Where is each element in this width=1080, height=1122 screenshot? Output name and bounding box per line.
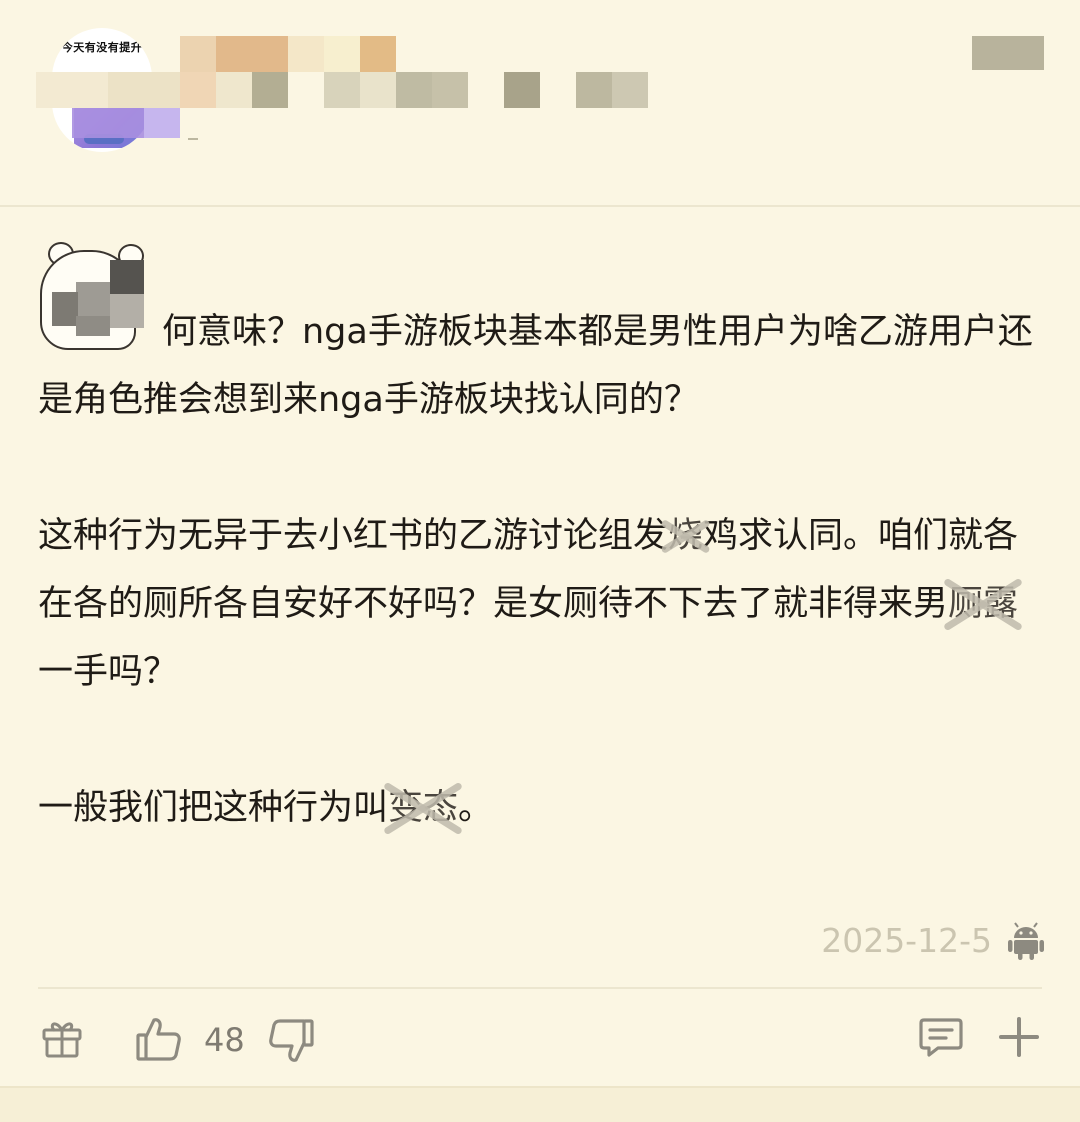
header-divider bbox=[0, 205, 1080, 207]
censored-word-3: 变态 bbox=[388, 774, 458, 842]
censored-word-2: 厕露 bbox=[948, 570, 1018, 638]
post-paragraph-2-text-c: 一手吗？ bbox=[38, 652, 179, 692]
post-paragraph-1-text: 何意味？nga手游板块基本都是男性用户为啥乙游用户还是角色推会想到来nga手游板… bbox=[38, 312, 1033, 420]
post-content: 何意味？nga手游板块基本都是男性用户为啥乙游用户还是角色推会想到来nga手游板… bbox=[38, 298, 1038, 842]
post-paragraph-1: 何意味？nga手游板块基本都是男性用户为啥乙游用户还是角色推会想到来nga手游板… bbox=[38, 298, 1038, 434]
post-paragraph-2-text-a: 这种行为无异于去小红书的乙游讨论组发 bbox=[38, 516, 669, 556]
next-post-edge bbox=[0, 1086, 1080, 1122]
plus-icon[interactable] bbox=[998, 1016, 1040, 1058]
sticker-mosaic-1 bbox=[110, 260, 144, 294]
comment-icon[interactable] bbox=[918, 1014, 964, 1060]
post-timestamp: 2025-12-5 bbox=[821, 921, 992, 960]
thumbs-down-icon[interactable] bbox=[266, 1016, 316, 1066]
gift-icon[interactable] bbox=[40, 1016, 84, 1060]
post-paragraph-3-text-b: 。 bbox=[458, 788, 494, 828]
android-icon bbox=[1008, 922, 1044, 960]
post-paragraph-2: 这种行为无异于去小红书的乙游讨论组发烧鸡求认同。咱们就各在各的厕所各自安好不好吗… bbox=[38, 502, 1038, 706]
post-paragraph-3: 一般我们把这种行为叫变态。 bbox=[38, 774, 1038, 842]
username-redacted[interactable] bbox=[36, 30, 648, 150]
censored-word-1: 烧 bbox=[668, 502, 703, 570]
thumbs-up-icon[interactable] bbox=[134, 1014, 184, 1064]
like-count: 48 bbox=[204, 1021, 245, 1059]
footer-divider bbox=[38, 987, 1042, 989]
post-header: 今天有没有提升 bbox=[0, 0, 1080, 205]
post-paragraph-3-text-a: 一般我们把这种行为叫 bbox=[38, 788, 389, 828]
level-badge-redacted bbox=[972, 36, 1044, 70]
